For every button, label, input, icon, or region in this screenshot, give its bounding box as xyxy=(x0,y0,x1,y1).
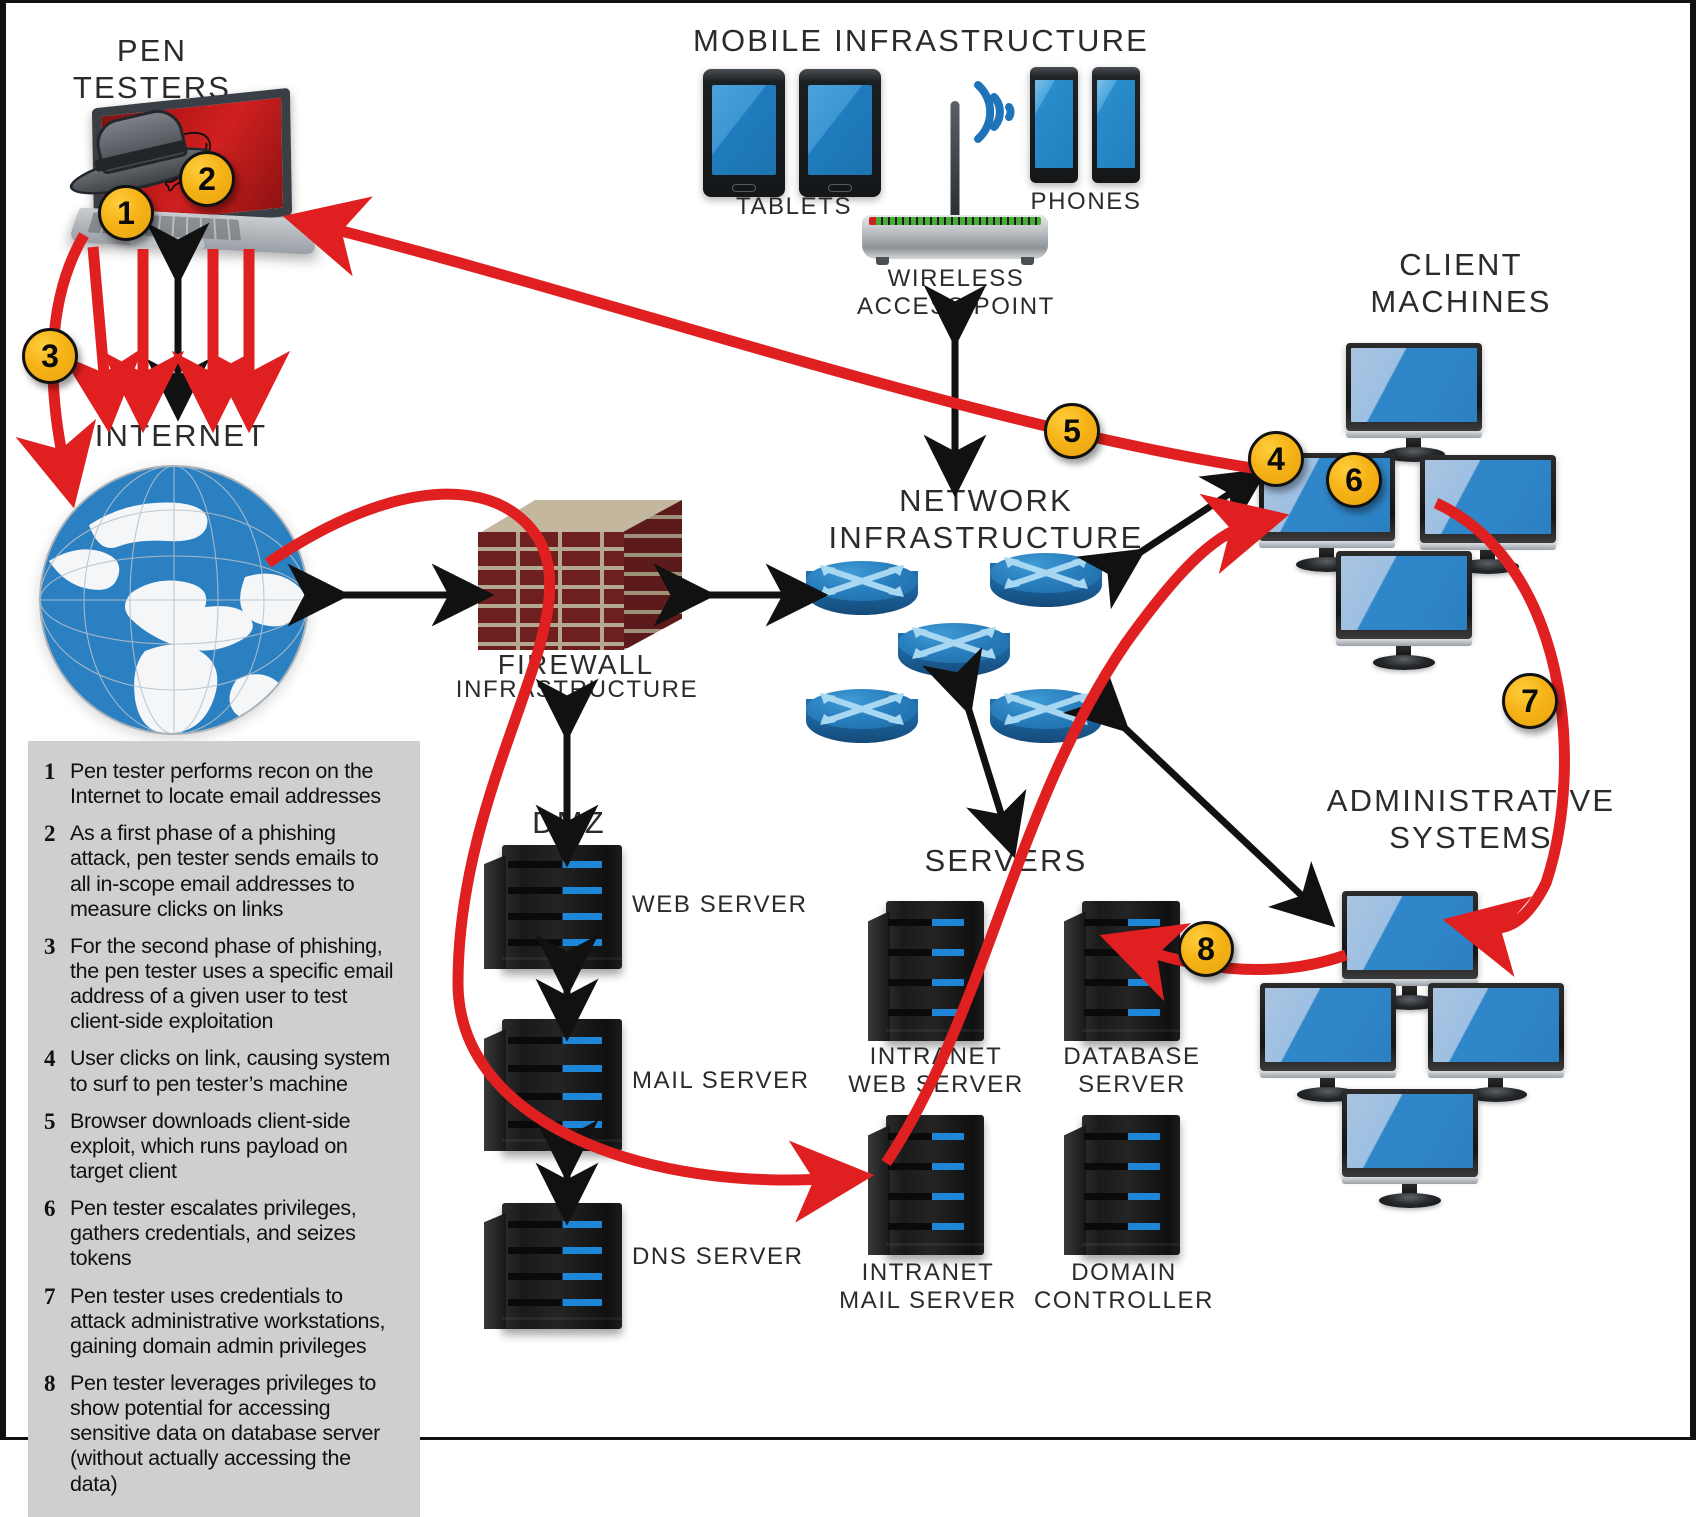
step-badge-5[interactable]: 5 xyxy=(1044,403,1100,459)
router-arrows-icon xyxy=(820,693,904,725)
legend-number: 2 xyxy=(44,821,56,847)
label-dns-server: DNS SERVER xyxy=(632,1243,804,1270)
section-title-internet: INTERNET xyxy=(94,418,268,453)
step-badge-4[interactable]: 4 xyxy=(1248,431,1304,487)
attack-phish-1 xyxy=(60,246,144,434)
step-badge-3[interactable]: 3 xyxy=(22,328,78,384)
section-title-mobile-infrastructure: MOBILE INFRASTRUCTURE xyxy=(692,23,1150,58)
legend-item: 8 Pen tester leverages privileges to sho… xyxy=(44,1371,398,1497)
label-firewall-sub: INFRASTRUCTURE xyxy=(455,676,699,703)
router-arrows-icon xyxy=(912,627,996,659)
legend-text: Pen tester performs recon on the Interne… xyxy=(70,759,381,809)
diagram-canvas: PEN TESTERS ☠ INTERNET xyxy=(0,0,1696,1517)
web-server xyxy=(484,845,622,969)
client-monitor-bottom xyxy=(1336,551,1472,670)
legend-number: 8 xyxy=(44,1370,56,1396)
section-title-administrative-systems: ADMINISTRATIVE SYSTEMS xyxy=(1326,783,1616,855)
firewall-brick-wall xyxy=(478,500,682,650)
legend-number: 1 xyxy=(44,759,56,784)
mail-server xyxy=(484,1019,622,1151)
label-wireless-access-point: WIRELESS ACCESS POINT xyxy=(857,265,1055,321)
step-badge-8[interactable]: 8 xyxy=(1178,921,1234,977)
label-domain-controller: DOMAIN CONTROLLER xyxy=(1033,1259,1215,1315)
legend-text: Pen tester leverages privileges to show … xyxy=(70,1370,380,1496)
router-arrows-icon xyxy=(1004,693,1088,725)
router-1 xyxy=(806,561,918,625)
domain-controller xyxy=(1064,1115,1180,1255)
admin-monitor-bottom xyxy=(1342,1089,1478,1208)
globe-icon xyxy=(39,465,309,735)
legend-number: 5 xyxy=(44,1108,56,1134)
step-badge-1[interactable]: 1 xyxy=(98,185,154,241)
legend-text: Pen tester uses credentials to attack ad… xyxy=(70,1283,386,1358)
legend-number: 3 xyxy=(44,933,56,959)
attack-client-to-tester xyxy=(282,196,1259,475)
legend-number: 4 xyxy=(44,1046,56,1072)
ap-chassis xyxy=(862,215,1048,259)
router-3 xyxy=(898,623,1010,687)
wireless-access-point xyxy=(862,101,1048,265)
database-server xyxy=(1064,901,1180,1041)
dns-server xyxy=(484,1203,622,1329)
client-monitor-top xyxy=(1346,343,1482,462)
antenna-icon xyxy=(950,101,960,219)
admin-monitor-right xyxy=(1428,983,1564,1102)
admin-monitor-left xyxy=(1260,983,1396,1102)
globe-svg xyxy=(39,465,309,735)
legend-text: Pen tester escalates privileges, gathers… xyxy=(70,1196,357,1271)
ap-status-leds xyxy=(869,217,1041,225)
router-arrows-icon xyxy=(820,565,904,597)
label-web-server: WEB SERVER xyxy=(632,891,808,918)
label-mail-server: MAIL SERVER xyxy=(632,1067,810,1094)
legend-panel: 1 Pen tester performs recon on the Inter… xyxy=(28,741,420,1517)
legend-item: 5 Browser downloads client-side exploit,… xyxy=(44,1109,398,1184)
section-title-network-infrastructure: NETWORK INFRASTRUCTURE xyxy=(828,483,1144,555)
label-intranet-mail-server: INTRANET MAIL SERVER xyxy=(839,1259,1017,1315)
router-2 xyxy=(990,553,1102,617)
legend-item: 1 Pen tester performs recon on the Inter… xyxy=(44,759,398,809)
intranet-mail-server xyxy=(868,1115,984,1255)
legend-text: As a first phase of a phishing attack, p… xyxy=(70,821,379,921)
label-intranet-web-server: INTRANET WEB SERVER xyxy=(848,1043,1024,1099)
legend-item: 2 As a first phase of a phishing attack,… xyxy=(44,821,398,922)
legend-text: User clicks on link, causing system to s… xyxy=(70,1046,390,1096)
section-title-servers: SERVERS xyxy=(924,843,1088,878)
intranet-web-server xyxy=(868,901,984,1041)
phone-2 xyxy=(1092,67,1140,183)
legend-item: 3 For the second phase of phishing, the … xyxy=(44,934,398,1035)
label-dmz: DMZ xyxy=(532,805,606,840)
step-badge-6[interactable]: 6 xyxy=(1326,452,1382,508)
legend-item: 7 Pen tester uses credentials to attack … xyxy=(44,1284,398,1359)
router-5 xyxy=(990,689,1102,753)
router-arrows-icon xyxy=(1004,557,1088,589)
section-title-client-machines: CLIENT MACHINES xyxy=(1370,247,1552,319)
step-badge-7[interactable]: 7 xyxy=(1502,673,1558,729)
legend-item: 4 User clicks on link, causing system to… xyxy=(44,1046,398,1096)
step-badge-2[interactable]: 2 xyxy=(179,151,235,207)
legend-text: For the second phase of phishing, the pe… xyxy=(70,933,394,1034)
label-database-server: DATABASE SERVER xyxy=(1063,1043,1201,1099)
tablet-1 xyxy=(703,69,785,197)
router-4 xyxy=(806,689,918,753)
legend-text: Browser downloads client-side exploit, w… xyxy=(70,1108,351,1183)
legend-number: 7 xyxy=(44,1283,56,1309)
legend-item: 6 Pen tester escalates privileges, gathe… xyxy=(44,1196,398,1271)
legend-number: 6 xyxy=(44,1196,56,1222)
